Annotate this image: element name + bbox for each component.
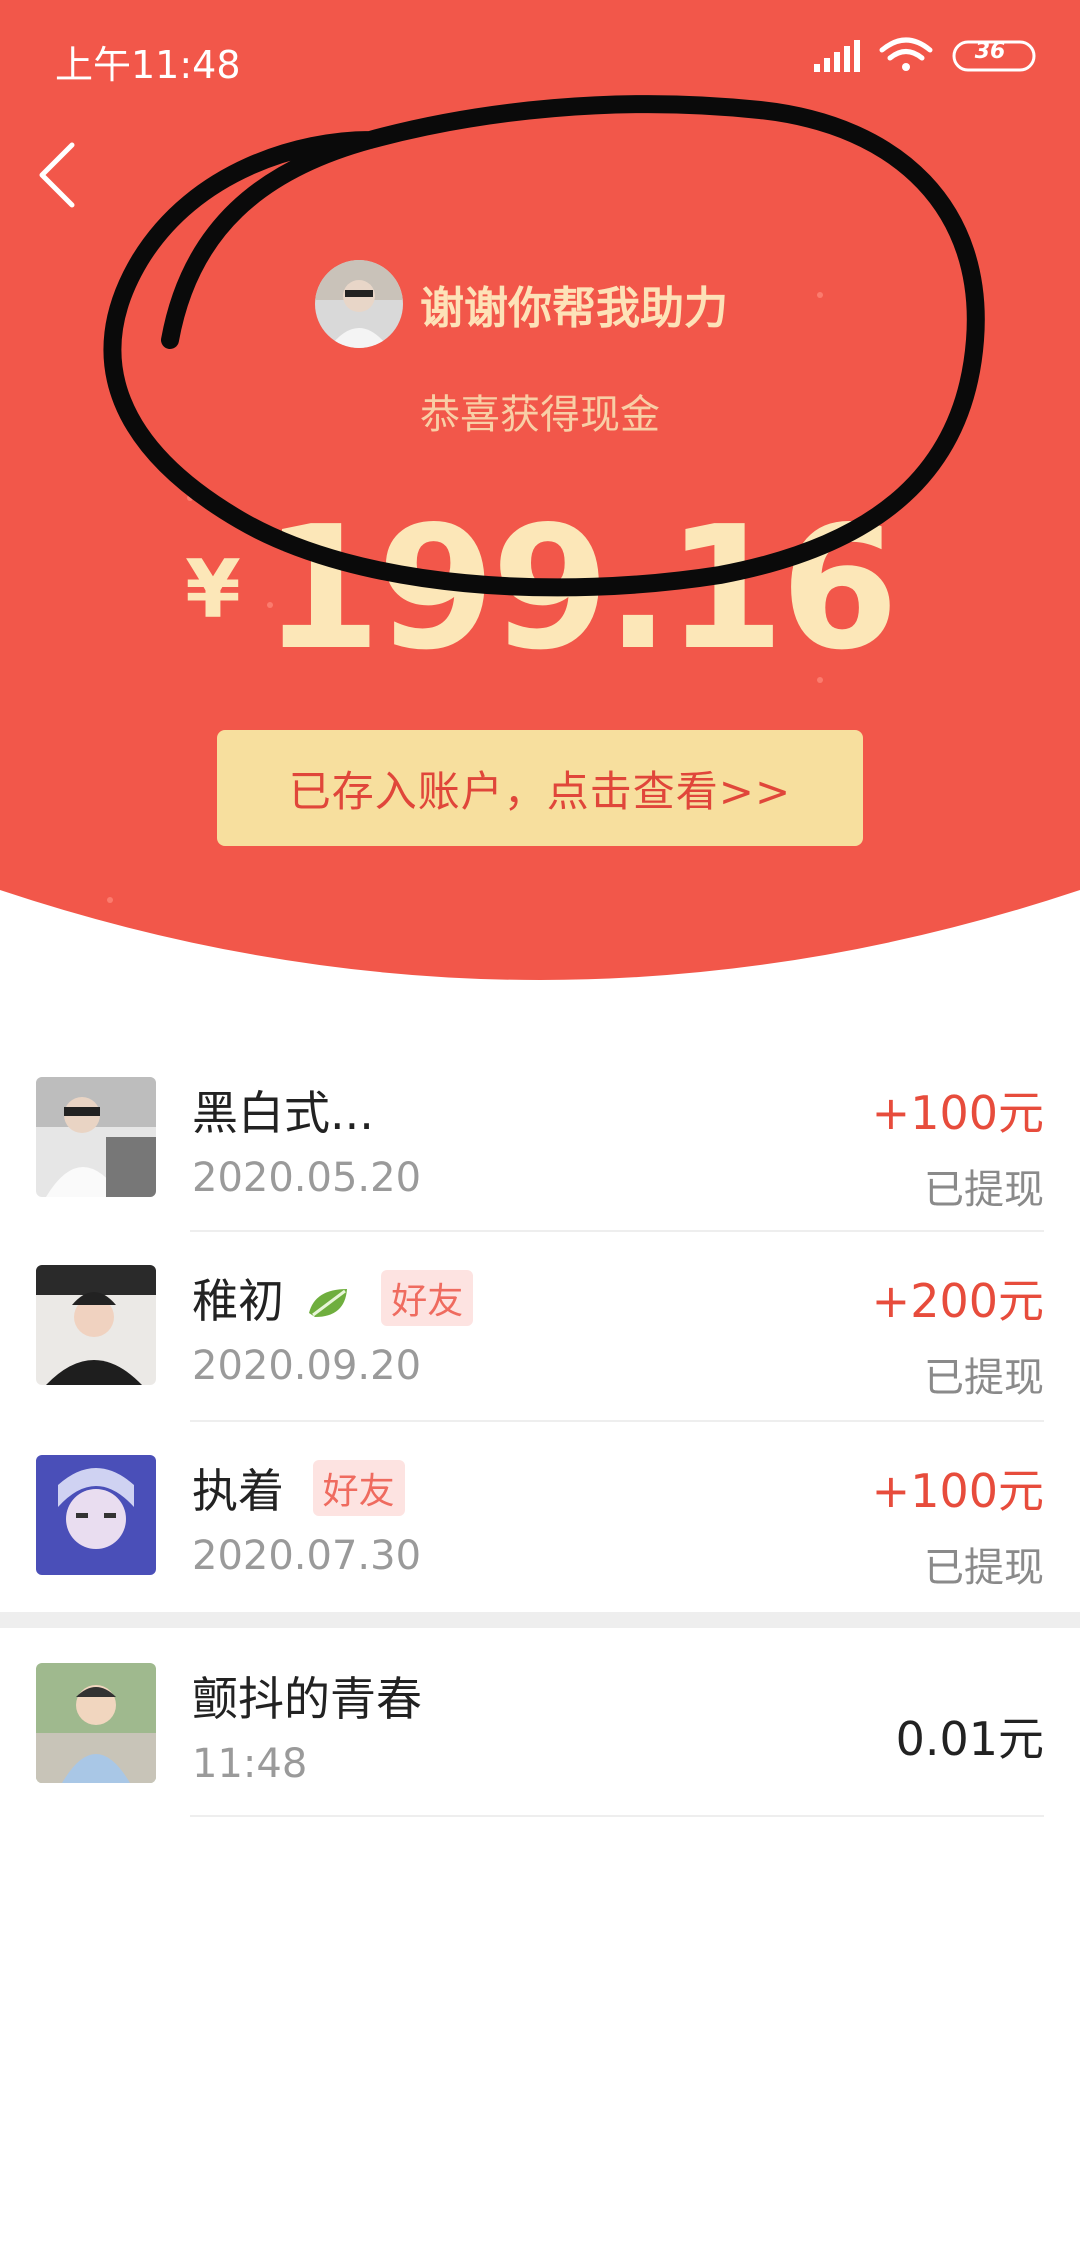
congrats-message: 恭喜获得现金 xyxy=(420,392,660,438)
friend-avatar xyxy=(36,1265,156,1385)
battery-level: 36 xyxy=(974,39,1006,64)
status-time: 上午11:48 xyxy=(55,43,241,87)
friend-name: 稚初 xyxy=(192,1274,284,1328)
section-separator xyxy=(0,1612,1080,1628)
record-date: 2020.09.20 xyxy=(192,1343,422,1389)
friend-name: 执着 xyxy=(192,1464,284,1518)
friend-avatar xyxy=(36,1077,156,1197)
back-arrow-icon[interactable] xyxy=(30,130,90,220)
record-amount: +100元 xyxy=(871,1086,1044,1140)
my-record-amount: 0.01元 xyxy=(895,1712,1044,1766)
record-date: 2020.05.20 xyxy=(192,1155,422,1201)
red-packet-header: 上午11:48 36 谢谢你帮我助力 恭喜获得现金 ¥ 199.16 已存入账户… xyxy=(0,0,1080,1010)
view-account-button[interactable]: 已存入账户，点击查看>> xyxy=(217,730,863,846)
friend-name-row: 稚初 好友 xyxy=(192,1265,474,1331)
divider xyxy=(190,1230,1044,1232)
list-item[interactable]: 稚初 好友 2020.09.20 +200元 已提现 xyxy=(0,1265,1080,1455)
inviter-avatar xyxy=(315,260,403,348)
friend-tag: 好友 xyxy=(381,1270,474,1326)
my-name: 颤抖的青春 xyxy=(192,1672,422,1726)
friend-name: 黑白式... xyxy=(192,1086,374,1140)
currency-symbol: ¥ xyxy=(185,543,241,636)
record-status: 已提现 xyxy=(924,1545,1044,1591)
record-date: 2020.07.30 xyxy=(192,1533,422,1579)
my-avatar xyxy=(36,1663,156,1783)
divider xyxy=(190,1420,1044,1422)
leaf-icon xyxy=(308,1289,347,1317)
cash-amount-row: ¥199.16 xyxy=(0,490,1080,688)
record-status: 已提现 xyxy=(924,1167,1044,1213)
signal-icon xyxy=(814,40,860,72)
wifi-icon xyxy=(879,37,933,71)
friend-avatar xyxy=(36,1455,156,1575)
cash-amount: 199.16 xyxy=(262,490,899,688)
list-item[interactable]: 黑白式... 2020.05.20 +100元 已提现 xyxy=(0,1077,1080,1267)
record-amount: +100元 xyxy=(871,1464,1044,1518)
my-record-item[interactable]: 颤抖的青春 11:48 0.01元 xyxy=(0,1663,1080,1853)
friend-tag: 好友 xyxy=(312,1460,405,1516)
record-status: 已提现 xyxy=(924,1355,1044,1401)
friend-name-row: 执着 好友 xyxy=(192,1455,405,1521)
divider xyxy=(190,1815,1044,1817)
record-amount: +200元 xyxy=(871,1274,1044,1328)
my-record-time: 11:48 xyxy=(192,1741,308,1787)
thanks-message: 谢谢你帮我助力 xyxy=(420,283,728,334)
